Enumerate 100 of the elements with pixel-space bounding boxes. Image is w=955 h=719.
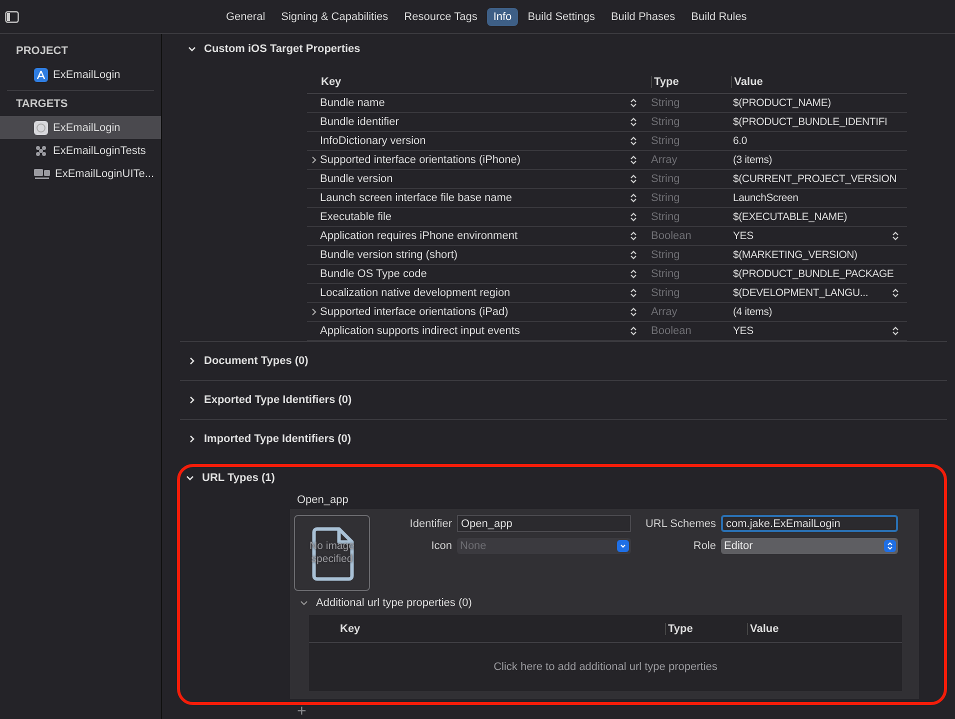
dropdown-icon[interactable]: [617, 540, 629, 552]
url-schemes-field[interactable]: com.jake.ExEmailLogin: [721, 515, 898, 532]
stepper-icon[interactable]: [630, 212, 637, 222]
table-cell-text: Array: [650, 154, 678, 166]
section-header[interactable]: Exported Type Identifiers (0): [180, 381, 947, 419]
disclosure-icon[interactable]: [310, 156, 316, 164]
table-cell-text: String: [650, 173, 681, 185]
chevron-icon[interactable]: [188, 357, 196, 365]
table-cell-text: 6.0: [733, 135, 748, 147]
table-cell-text: String: [650, 287, 681, 299]
column-header: Value: [747, 622, 897, 634]
table-cell-text: InfoDictionary version: [320, 135, 427, 147]
table-cell-text: $(PRODUCT_BUNDLE_IDENTIFI: [733, 116, 888, 128]
table-cell-text: String: [650, 135, 681, 147]
identifier-field[interactable]: Open_app: [457, 515, 631, 532]
stepper-icon[interactable]: [630, 231, 637, 241]
table-cell-text: Application supports indirect input events: [320, 325, 521, 337]
monitor-icon: [34, 168, 50, 180]
column-header: Key: [339, 622, 362, 634]
table-cell-text: String: [650, 211, 681, 223]
section-header[interactable]: Additional url type properties (0): [294, 595, 902, 611]
table-cell-text: Supported interface orientations (iPad): [320, 306, 510, 318]
table-cell-text: (4 items): [733, 306, 774, 318]
table-cell-text: String: [650, 116, 681, 128]
app-icon: [34, 68, 48, 82]
table-cell-text: Bundle name: [320, 97, 386, 109]
chevron-icon[interactable]: [188, 396, 196, 404]
table-cell-text: Application requires iPhone environment: [320, 230, 519, 242]
section-header[interactable]: Imported Type Identifiers (0): [180, 420, 947, 458]
stepper-icon[interactable]: [892, 231, 899, 241]
table-cell-text: String: [650, 268, 681, 280]
stepper-icon[interactable]: [884, 540, 896, 552]
stepper-icon[interactable]: [630, 174, 637, 184]
stepper-icon[interactable]: [630, 269, 637, 279]
sidebar-item[interactable]: ExEmailLogin: [0, 63, 161, 86]
field-label: Role: [692, 540, 717, 552]
column-header: Type: [651, 76, 732, 88]
sidebar-item[interactable]: ExEmailLoginTests: [0, 139, 161, 162]
tab[interactable]: General: [220, 8, 272, 26]
add-button[interactable]: +: [295, 705, 308, 719]
table-cell-text: $(EXECUTABLE_NAME): [733, 211, 848, 223]
table-cell-text: Bundle identifier: [320, 116, 400, 128]
table-cell-text: YES: [733, 325, 754, 337]
table-cell-text: String: [650, 249, 681, 261]
tab[interactable]: Resource Tags: [398, 8, 484, 26]
stepper-icon[interactable]: [892, 288, 899, 298]
app-icon: [34, 120, 48, 134]
stepper-icon[interactable]: [630, 155, 637, 165]
add-properties-link[interactable]: Click here to add additional url type properties: [494, 661, 718, 673]
table-cell-text: LaunchScreen: [733, 192, 800, 204]
tests-icon: [34, 144, 48, 158]
tab[interactable]: Build Settings: [522, 8, 601, 26]
chevron-icon[interactable]: [188, 435, 196, 443]
disclosure-icon[interactable]: [310, 308, 316, 316]
table-cell-text: Executable file: [320, 211, 393, 223]
table-cell-text: Bundle version: [320, 173, 394, 185]
field-label: Icon: [430, 540, 453, 552]
table-cell-text: $(MARKETING_VERSION): [733, 249, 858, 261]
sidebar-item[interactable]: ExEmailLoginUITe...: [0, 162, 161, 185]
stepper-icon[interactable]: [630, 288, 637, 298]
table-cell-text: Boolean: [650, 230, 692, 242]
table-cell-text: $(PRODUCT_BUNDLE_PACKAGE: [733, 268, 895, 280]
table-cell-text: (3 items): [733, 154, 774, 166]
stepper-icon[interactable]: [892, 326, 899, 336]
stepper-icon[interactable]: [630, 117, 637, 127]
table-cell-text: String: [650, 192, 681, 204]
stepper-icon[interactable]: [630, 193, 637, 203]
sidebar-item[interactable]: ExEmailLogin: [0, 116, 161, 139]
section-header[interactable]: Document Types (0): [180, 342, 947, 380]
sidebar-section-title: PROJECT: [15, 44, 69, 59]
table-cell-text: Bundle OS Type code: [320, 268, 428, 280]
chevron-icon[interactable]: [188, 45, 196, 53]
stepper-icon[interactable]: [630, 307, 637, 317]
stepper-icon[interactable]: [630, 136, 637, 146]
table-cell-text: Supported interface orientations (iPhone): [320, 154, 522, 166]
tab[interactable]: Build Phases: [604, 8, 682, 26]
table-cell-text: $(CURRENT_PROJECT_VERSION: [733, 173, 898, 185]
table-cell-text: Bundle version string (short): [320, 249, 459, 261]
section-header[interactable]: Custom iOS Target Properties: [180, 34, 947, 64]
table-cell-text: Launch screen interface file base name: [320, 192, 514, 204]
column-header: Value: [731, 76, 907, 88]
table-cell-text: $(PRODUCT_NAME): [733, 97, 832, 109]
section-header[interactable]: URL Types (1): [180, 467, 944, 489]
field-label: Identifier: [408, 518, 453, 530]
field-label: URL Schemes: [644, 518, 717, 530]
tab[interactable]: Build Rules: [685, 8, 753, 26]
table-cell-text: $(DEVELOPMENT_LANGU...: [733, 287, 870, 299]
table-cell-text: Boolean: [650, 325, 692, 337]
tab[interactable]: Info: [487, 8, 518, 26]
column-header: Key: [320, 76, 342, 88]
role-dropdown[interactable]: Editor: [721, 538, 898, 554]
url-type-name: Open_app: [297, 494, 350, 506]
table-cell-text: Array: [650, 306, 678, 318]
sidebar-toggle-icon[interactable]: [5, 10, 19, 22]
stepper-icon[interactable]: [630, 326, 637, 336]
column-header: Type: [665, 622, 747, 634]
tab[interactable]: Signing & Capabilities: [275, 8, 394, 26]
chevron-icon[interactable]: [186, 474, 194, 482]
stepper-icon[interactable]: [630, 98, 637, 108]
stepper-icon[interactable]: [630, 250, 637, 260]
